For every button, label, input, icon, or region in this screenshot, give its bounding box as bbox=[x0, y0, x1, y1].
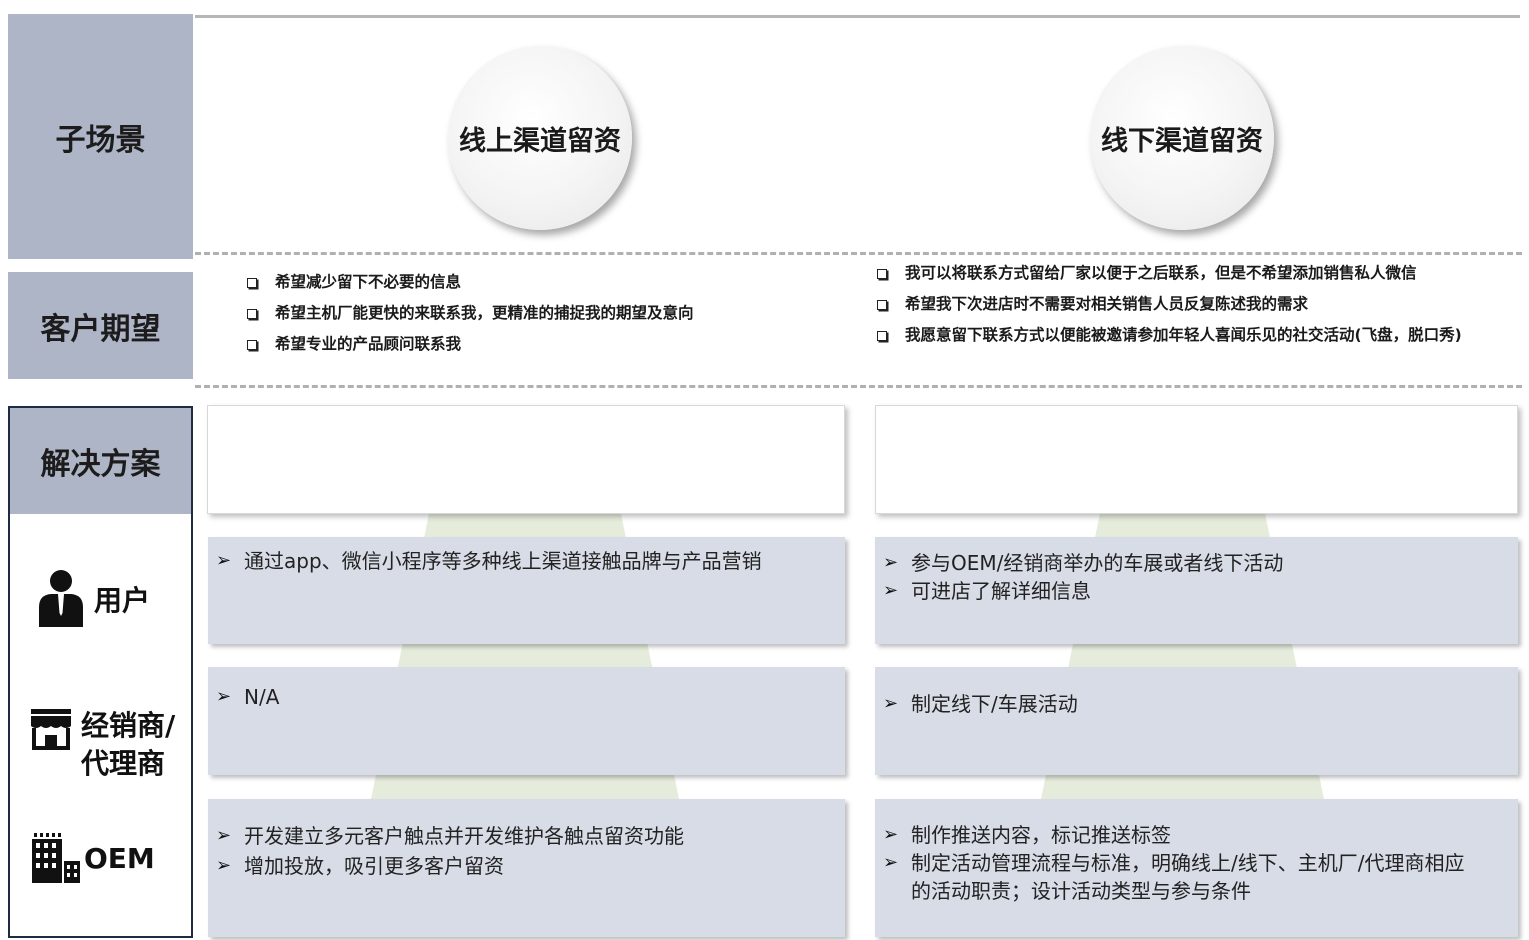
scene-online: 线上渠道留资 bbox=[448, 46, 632, 230]
role-user: 用户 bbox=[36, 568, 150, 630]
role-oem: OEM bbox=[30, 830, 155, 886]
solution-item: 可进店了解详细信息 bbox=[875, 577, 1518, 605]
scene-offline-label: 线下渠道留资 bbox=[1101, 125, 1263, 157]
solution-item: 制定线下/车展活动 bbox=[875, 690, 1518, 718]
expectation-online-item: 希望减少留下不必要的信息 bbox=[245, 267, 805, 298]
row-label-solution: 解决方案 bbox=[8, 406, 193, 514]
scene-online-label: 线上渠道留资 bbox=[459, 125, 621, 157]
solution-offline-user: 参与OEM/经销商举办的车展或者线下活动 可进店了解详细信息 bbox=[875, 537, 1518, 644]
role-dealer: 经销商/ 代理商 bbox=[28, 702, 193, 786]
separator-dashed-1 bbox=[195, 252, 1522, 255]
solution-online-oem: 开发建立多元客户触点并开发维护各触点留资功能 增加投放，吸引更多客户留资 bbox=[208, 799, 845, 937]
solution-offline-oem: 制作推送内容，标记推送标签 制定活动管理流程与标准，明确线上/线下、主机厂/代理… bbox=[875, 799, 1518, 937]
solution-item: 增加投放，吸引更多客户留资 bbox=[208, 851, 845, 881]
expectation-offline-item: 希望我下次进店时不需要对相关销售人员反复陈述我的需求 bbox=[875, 289, 1515, 320]
user-icon bbox=[36, 569, 86, 629]
solution-item: 参与OEM/经销商举办的车展或者线下活动 bbox=[875, 549, 1518, 577]
building-icon bbox=[30, 831, 82, 885]
solution-label: 解决方案 bbox=[40, 447, 161, 482]
sub-scene-label: 子场景 bbox=[55, 122, 146, 158]
solution-item: 制作推送内容，标记推送标签 bbox=[875, 821, 1518, 849]
expectation-label: 客户期望 bbox=[40, 311, 161, 347]
solution-item: 制定活动管理流程与标准，明确线上/线下、主机厂/代理商相应的活动职责；设计活动类… bbox=[875, 849, 1518, 905]
expectation-offline-item: 我愿意留下联系方式以便能被邀请参加年轻人喜闻乐见的社交活动(飞盘，脱口秀) bbox=[875, 320, 1515, 351]
solution-online-user: 通过app、微信小程序等多种线上渠道接触品牌与产品营销 bbox=[208, 537, 845, 644]
user-label: 用户 bbox=[94, 584, 151, 617]
expectations-online: 希望减少留下不必要的信息 希望主机厂能更快的来联系我，更精准的捕捉我的期望及意向… bbox=[245, 267, 805, 360]
expectations-offline: 我可以将联系方式留给厂家以便于之后联系，但是不希望添加销售私人微信 希望我下次进… bbox=[875, 258, 1515, 351]
expectation-online-item: 希望主机厂能更快的来联系我，更精准的捕捉我的期望及意向 bbox=[245, 298, 805, 329]
solution-header-offline bbox=[875, 405, 1518, 514]
solution-header-online bbox=[207, 405, 845, 514]
row-label-expectation: 客户期望 bbox=[8, 272, 193, 379]
solution-online-dealer: N/A bbox=[208, 667, 845, 775]
expectation-offline-item: 我可以将联系方式留给厂家以便于之后联系，但是不希望添加销售私人微信 bbox=[875, 258, 1515, 289]
top-rule bbox=[195, 15, 1520, 18]
separator-dashed-2 bbox=[195, 385, 1522, 388]
solution-offline-dealer: 制定线下/车展活动 bbox=[875, 667, 1518, 775]
solution-item: 通过app、微信小程序等多种线上渠道接触品牌与产品营销 bbox=[208, 547, 845, 575]
dealer-label-line2: 代理商 bbox=[81, 747, 166, 780]
oem-label: OEM bbox=[84, 841, 155, 875]
dealer-label-line1: 经销商/ bbox=[81, 709, 176, 742]
row-label-sub-scene: 子场景 bbox=[8, 14, 193, 259]
store-icon bbox=[28, 706, 74, 750]
expectation-online-item: 希望专业的产品顾问联系我 bbox=[245, 329, 805, 360]
solution-item: 开发建立多元客户触点并开发维护各触点留资功能 bbox=[208, 821, 845, 851]
solution-item: N/A bbox=[208, 683, 845, 711]
scene-offline: 线下渠道留资 bbox=[1090, 46, 1274, 230]
